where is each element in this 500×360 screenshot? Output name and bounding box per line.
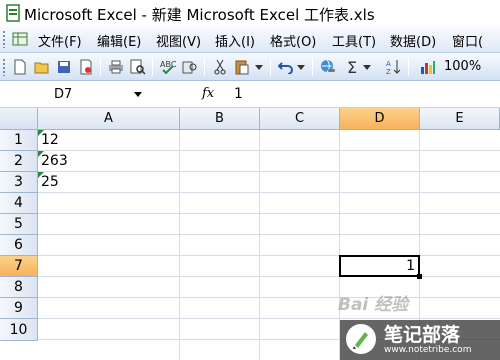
grid-line xyxy=(179,130,180,360)
cell-d7: 1 xyxy=(406,258,415,274)
watermark-brand: 笔记部落 xyxy=(384,324,461,346)
undo-dropdown-icon[interactable] xyxy=(296,57,306,77)
menu-insert[interactable]: 插入(I) xyxy=(215,31,255,50)
menu-data[interactable]: 数据(D) xyxy=(390,31,436,50)
grid-line xyxy=(38,234,500,235)
toolbar-separator xyxy=(152,58,153,76)
grid-line xyxy=(38,276,500,277)
name-box-dropdown-icon[interactable] xyxy=(134,92,142,97)
row-header-1[interactable]: 1 xyxy=(0,130,38,151)
name-box-value: D7 xyxy=(54,87,73,102)
grid-line xyxy=(38,150,500,151)
toolbar-separator xyxy=(100,58,101,76)
column-header-b[interactable]: B xyxy=(180,108,260,130)
menu-tools[interactable]: 工具(T) xyxy=(332,31,376,50)
notetribe-logo-icon xyxy=(346,324,376,354)
window-title: Microsoft Excel - 新建 Microsoft Excel 工作表… xyxy=(24,6,375,24)
grid-line xyxy=(38,297,500,298)
row-header-8[interactable]: 8 xyxy=(0,277,38,298)
save-icon[interactable] xyxy=(54,57,74,77)
menu-window[interactable]: 窗口( xyxy=(452,31,483,50)
notetribe-watermark: 笔记部落 www.notetribe.com xyxy=(340,320,500,360)
excel-app-icon xyxy=(6,4,20,22)
autosum-dropdown-icon[interactable] xyxy=(362,57,372,77)
formula-bar: D7 fx 1 xyxy=(0,82,500,108)
menu-format[interactable]: 格式(O) xyxy=(270,31,316,50)
baidu-watermark: Bai 经验 xyxy=(338,295,409,315)
row-header-10[interactable]: 10 xyxy=(0,319,38,341)
print-icon[interactable] xyxy=(106,57,126,77)
toolbar-grip-handle[interactable] xyxy=(2,58,6,76)
svg-text:ABC: ABC xyxy=(160,60,176,69)
toolbar-separator xyxy=(408,58,409,76)
row-header-7[interactable]: 7 xyxy=(0,256,38,277)
open-icon[interactable] xyxy=(32,57,52,77)
cut-icon[interactable] xyxy=(210,57,230,77)
grid-line xyxy=(38,318,500,319)
spelling-icon[interactable]: ABC xyxy=(158,57,178,77)
svg-text:A: A xyxy=(386,60,391,68)
workbook-menu-icon[interactable] xyxy=(12,31,28,47)
cell-a3[interactable]: 25 xyxy=(41,174,59,190)
print-preview-icon[interactable] xyxy=(128,57,148,77)
title-bar: Microsoft Excel - 新建 Microsoft Excel 工作表… xyxy=(0,0,500,26)
paste-dropdown-icon[interactable] xyxy=(254,57,264,77)
name-box[interactable]: D7 xyxy=(4,84,148,105)
row-header-4[interactable]: 4 xyxy=(0,193,38,214)
research-icon[interactable] xyxy=(180,57,200,77)
cell-a2[interactable]: 263 xyxy=(41,153,68,169)
watermark-url: www.notetribe.com xyxy=(384,345,472,355)
toolbar-separator xyxy=(312,58,313,76)
row-header-2[interactable]: 2 xyxy=(0,151,38,172)
grid-line xyxy=(259,130,260,360)
column-header-a[interactable]: A xyxy=(38,108,180,130)
grid-line xyxy=(38,192,500,193)
menu-edit[interactable]: 编辑(E) xyxy=(97,31,141,50)
column-header-d[interactable]: D xyxy=(340,108,420,130)
grid-line xyxy=(38,213,500,214)
toolbar-separator xyxy=(204,58,205,76)
menu-bar: 文件(F) 编辑(E) 视图(V) 插入(I) 格式(O) 工具(T) 数据(D… xyxy=(0,26,500,53)
menu-file[interactable]: 文件(F) xyxy=(38,31,82,50)
insert-function-icon[interactable]: fx xyxy=(202,86,214,101)
column-header-c[interactable]: C xyxy=(260,108,340,130)
row-header-9[interactable]: 9 xyxy=(0,298,38,319)
hyperlink-icon[interactable] xyxy=(318,57,338,77)
fill-handle[interactable] xyxy=(417,274,422,279)
row-header-3[interactable]: 3 xyxy=(0,172,38,193)
paste-icon[interactable] xyxy=(232,57,252,77)
new-icon[interactable] xyxy=(10,57,30,77)
chart-wizard-icon[interactable] xyxy=(418,57,438,77)
formula-input[interactable]: 1 xyxy=(234,86,243,102)
zoom-level[interactable]: 100% xyxy=(444,59,481,74)
row-header-5[interactable]: 5 xyxy=(0,214,38,235)
excel-window: Microsoft Excel - 新建 Microsoft Excel 工作表… xyxy=(0,0,500,360)
grid-line xyxy=(38,171,500,172)
menu-grip-handle[interactable] xyxy=(2,30,6,48)
select-all-corner[interactable] xyxy=(0,108,38,130)
svg-text:Z: Z xyxy=(386,68,391,75)
row-header-6[interactable]: 6 xyxy=(0,235,38,256)
undo-icon[interactable] xyxy=(276,57,296,77)
permission-icon[interactable] xyxy=(76,57,96,77)
menu-view[interactable]: 视图(V) xyxy=(156,31,201,50)
grid-line xyxy=(38,255,500,256)
autosum-icon[interactable]: Σ xyxy=(342,57,362,77)
cell-a1[interactable]: 12 xyxy=(41,132,59,148)
column-header-e[interactable]: E xyxy=(420,108,500,130)
sort-ascending-icon[interactable]: AZ xyxy=(384,57,404,77)
active-cell-d7[interactable]: 1 xyxy=(339,255,420,277)
standard-toolbar: ABC Σ AZ 100% xyxy=(0,53,500,81)
toolbar-separator xyxy=(270,58,271,76)
